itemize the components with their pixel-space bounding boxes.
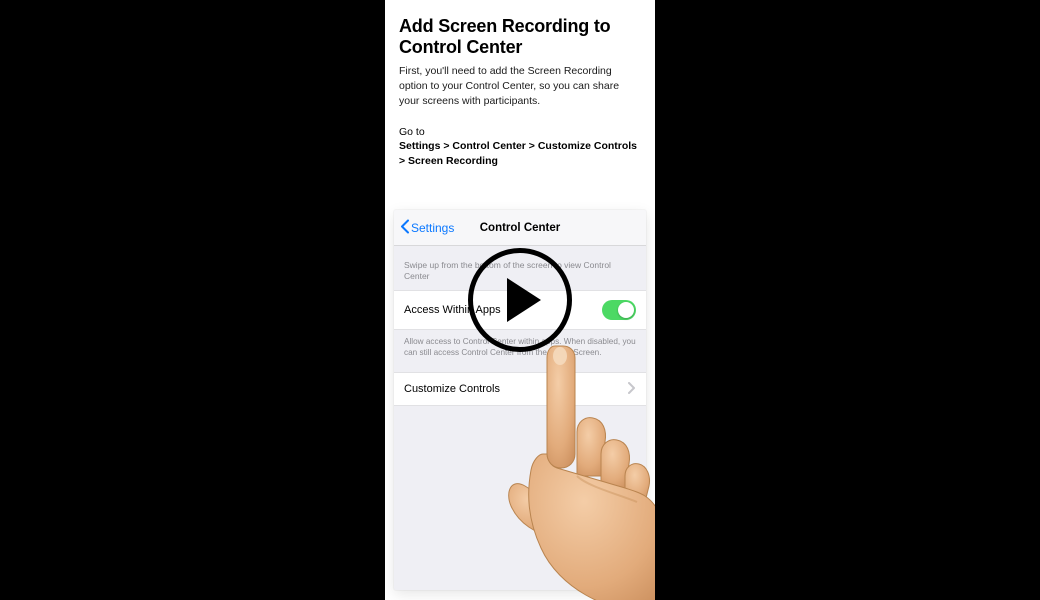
customize-row-label: Customize Controls [404, 383, 500, 395]
chevron-right-icon [628, 382, 636, 396]
panel-description: First, you'll need to add the Screen Rec… [399, 64, 641, 108]
goto-label: Go to [399, 125, 641, 140]
toggle-knob [618, 302, 634, 318]
back-label: Settings [411, 221, 454, 235]
play-icon [507, 278, 541, 322]
goto-block: Go to Settings > Control Center > Custom… [399, 125, 641, 169]
nav-bar: Settings Control Center [394, 210, 646, 246]
panel-title: Add Screen Recording to Control Center [399, 16, 641, 58]
chevron-left-icon [400, 220, 409, 237]
access-toggle[interactable] [602, 300, 636, 320]
video-stage: Add Screen Recording to Control Center F… [0, 0, 1040, 600]
customize-controls-row[interactable]: Customize Controls [394, 372, 646, 406]
panel-text-block: Add Screen Recording to Control Center F… [385, 0, 655, 169]
back-button[interactable]: Settings [400, 219, 454, 236]
goto-path: Settings > Control Center > Customize Co… [399, 139, 641, 168]
play-button[interactable] [468, 248, 572, 352]
